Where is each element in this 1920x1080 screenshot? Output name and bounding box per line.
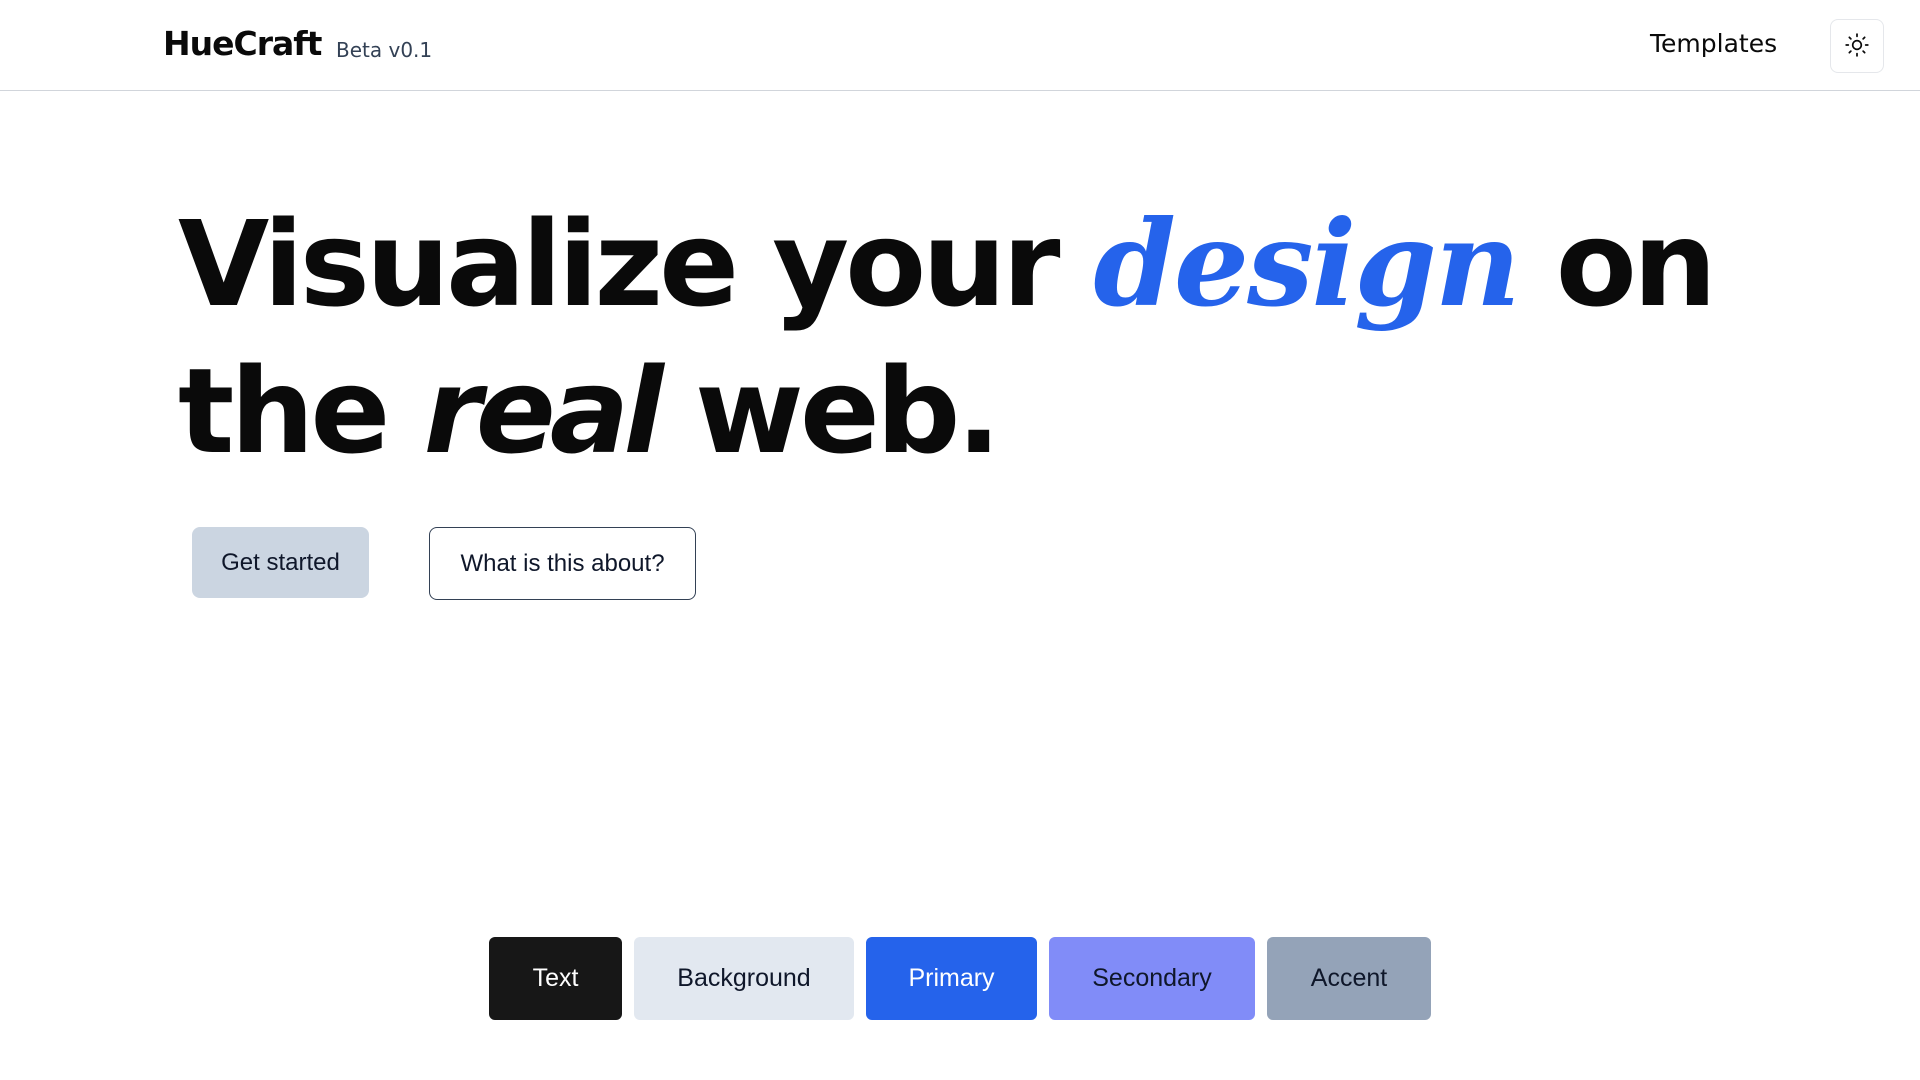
- about-button[interactable]: What is this about?: [429, 527, 696, 600]
- sun-icon: [1844, 32, 1870, 61]
- headline-text: the: [178, 342, 424, 480]
- swatch-text[interactable]: Text: [489, 937, 622, 1020]
- version-badge: Beta v0.1: [336, 38, 433, 62]
- headline-highlight-design: design: [1093, 194, 1521, 333]
- color-swatch-bar: Text Background Primary Secondary Accent: [489, 937, 1431, 1020]
- headline-text: Visualize your: [178, 195, 1094, 333]
- headline-text: web.: [657, 342, 1001, 480]
- brand-logo[interactable]: HueCraft: [163, 24, 322, 63]
- swatch-background[interactable]: Background: [634, 937, 854, 1020]
- swatch-secondary[interactable]: Secondary: [1049, 937, 1255, 1020]
- headline-text: on: [1518, 195, 1717, 333]
- swatch-accent[interactable]: Accent: [1267, 937, 1431, 1020]
- hero-headline-line-1: Visualize your design on: [178, 205, 1717, 324]
- hero-headline-line-2: the real web.: [178, 352, 1001, 470]
- theme-toggle-button[interactable]: [1830, 19, 1884, 73]
- nav-link-templates[interactable]: Templates: [1650, 29, 1777, 58]
- swatch-primary[interactable]: Primary: [866, 937, 1037, 1020]
- headline-italic-real: real: [423, 342, 664, 480]
- top-navbar: HueCraft Beta v0.1 Templates: [0, 0, 1920, 91]
- get-started-button[interactable]: Get started: [192, 527, 369, 598]
